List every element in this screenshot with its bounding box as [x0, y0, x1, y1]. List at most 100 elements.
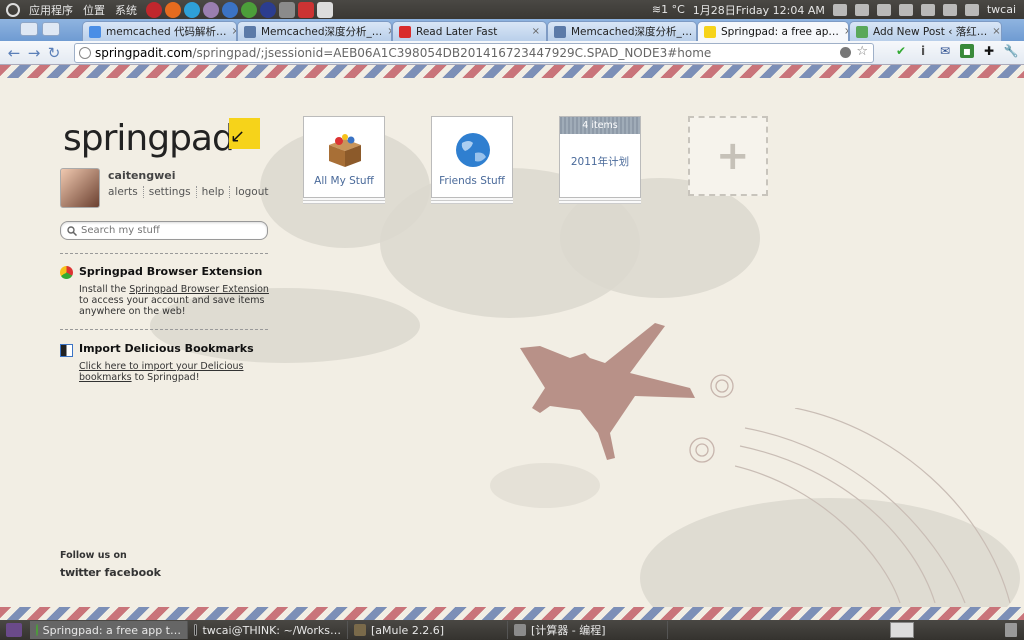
tab-favicon-icon — [704, 25, 716, 38]
help-icon[interactable] — [222, 1, 238, 18]
tab-title: Memcached深度分析_… — [261, 26, 383, 38]
notebook-2011-plan[interactable]: 4 items 2011年计划 — [559, 116, 641, 198]
weather-indicator[interactable]: ≋1 °C — [652, 3, 685, 16]
tab-add-new-post[interactable]: Add New Post ‹ 落红… × — [849, 21, 1002, 41]
notebook-label: Friends Stuff — [439, 175, 505, 187]
notebook-all-my-stuff[interactable]: All My Stuff — [303, 116, 385, 198]
tab-favicon-icon — [399, 25, 411, 38]
notebook-friends-stuff[interactable]: Friends Stuff — [431, 116, 513, 198]
menu-applications[interactable]: 应用程序 — [24, 2, 78, 18]
help-link[interactable]: help — [195, 186, 230, 198]
bookmark-star-icon[interactable]: ☆ — [856, 44, 868, 59]
skype-icon[interactable] — [184, 1, 200, 18]
notebook-item-count: 4 items — [560, 117, 640, 134]
bluetooth-icon[interactable] — [832, 3, 847, 16]
page-info-icon[interactable] — [79, 47, 91, 59]
search-input[interactable] — [81, 225, 261, 236]
tab-favicon-icon — [856, 25, 868, 38]
tab-strip: memcached 代码解析… × Memcached深度分析_… × Read… — [0, 19, 1024, 41]
wind-swirl-icon — [689, 374, 734, 463]
add-notebook-button[interactable]: + — [688, 116, 768, 196]
task-springpad[interactable]: Springpad: a free app t… — [30, 621, 188, 639]
opera-icon[interactable] — [146, 1, 162, 18]
avatar[interactable] — [60, 168, 100, 208]
extension-link[interactable]: Springpad Browser Extension — [129, 284, 269, 295]
trash-icon[interactable] — [1005, 623, 1017, 637]
delicious-promo-text: Click here to import your Delicious book… — [79, 361, 254, 383]
tab-close-icon[interactable]: × — [532, 26, 540, 37]
menu-system[interactable]: 系统 — [110, 2, 142, 18]
springpad-logo-mark-icon[interactable] — [229, 118, 260, 149]
alerts-link[interactable]: alerts — [108, 186, 143, 198]
checkmark-icon[interactable]: ✔ — [894, 44, 908, 58]
network-icon[interactable] — [920, 3, 935, 16]
notebook-label: 2011年计划 — [570, 156, 630, 168]
tab-favicon-icon — [244, 25, 256, 38]
menu-places[interactable]: 位置 — [78, 2, 110, 18]
tab-close-icon[interactable]: × — [844, 26, 848, 37]
mail-icon[interactable]: ✉ — [938, 44, 952, 58]
display-icon[interactable] — [854, 3, 869, 16]
filezilla-icon[interactable] — [298, 1, 314, 18]
divider — [60, 253, 268, 254]
search-box[interactable] — [60, 221, 268, 240]
url-path: /springpad/;jsessionid=AEB06A1C398054DB2… — [192, 46, 712, 60]
logout-link[interactable]: logout — [229, 186, 273, 198]
extension-promo-text: Install the Springpad Browser Extension … — [79, 284, 269, 317]
task-terminal[interactable]: twcai@THINK: ~/Works… — [188, 621, 348, 639]
settings-link[interactable]: settings — [142, 186, 196, 198]
username[interactable]: caitengwei — [108, 169, 176, 182]
clock[interactable]: 1月28日Friday 12:04 AM — [693, 2, 825, 18]
address-bar[interactable]: springpadit.com/springpad/;jsessionid=AE… — [74, 43, 874, 63]
user-indicator[interactable]: twcai — [987, 3, 1016, 16]
tab-close-icon[interactable]: × — [992, 26, 1000, 37]
power-icon[interactable] — [942, 3, 957, 16]
reload-button[interactable]: ↻ — [44, 43, 64, 63]
lightbulb-icon[interactable] — [840, 47, 851, 58]
pidgin-icon[interactable] — [203, 1, 219, 18]
wifi-icon[interactable] — [964, 3, 979, 16]
forward-button[interactable]: → — [24, 43, 44, 63]
tab-memcached-code[interactable]: memcached 代码解析… × — [82, 21, 237, 41]
tab-title: Springpad: a free ap… — [721, 25, 839, 38]
terminal-icon — [194, 624, 198, 636]
url-host: springpadit.com — [95, 46, 193, 60]
task-calculator[interactable]: [计算器 - 编程] — [508, 621, 668, 639]
facebook-link[interactable]: facebook — [105, 566, 162, 579]
chrome-icon — [36, 624, 38, 636]
task-amule[interactable]: [aMule 2.2.6] — [348, 621, 508, 639]
springpad-logo[interactable]: springpad — [63, 118, 235, 159]
info-icon[interactable]: i — [916, 44, 930, 58]
tab-springpad[interactable]: Springpad: a free ap… × — [697, 21, 849, 41]
amule-icon — [354, 624, 366, 636]
chrome-icon[interactable] — [241, 1, 257, 18]
task-label: Springpad: a free app t… — [42, 623, 181, 637]
extension-icons: ✔ i ✉ ▪ ✚ 🔧 — [894, 44, 1018, 58]
springpad-plus-icon[interactable]: ✚ — [982, 44, 996, 58]
text-editor-icon[interactable] — [317, 1, 333, 18]
mail-icon[interactable] — [898, 3, 913, 16]
maximize-window-button[interactable] — [42, 22, 60, 36]
show-desktop-icon[interactable] — [6, 623, 22, 637]
firefox-icon[interactable] — [165, 1, 181, 18]
wrench-icon[interactable]: 🔧 — [1004, 44, 1019, 58]
calculator-icon[interactable] — [279, 1, 295, 18]
task-label: [aMule 2.2.6] — [371, 623, 445, 637]
back-button[interactable]: ← — [4, 43, 24, 63]
volume-icon[interactable] — [876, 3, 891, 16]
search-icon — [67, 225, 77, 236]
eclipse-icon[interactable] — [260, 1, 276, 18]
evernote-icon[interactable]: ▪ — [960, 44, 974, 58]
tab-read-later[interactable]: Read Later Fast × — [392, 21, 547, 41]
workspace-switcher[interactable] — [890, 622, 914, 638]
tab-memcached-analysis-2[interactable]: Memcached深度分析_… × — [547, 21, 697, 41]
calculator-icon — [514, 624, 526, 636]
airmail-border-top — [0, 65, 1024, 78]
airplane-illustration — [520, 323, 695, 460]
tab-memcached-analysis[interactable]: Memcached深度分析_… × — [237, 21, 392, 41]
globe-icon — [456, 133, 490, 167]
extension-promo-title: Springpad Browser Extension — [79, 265, 263, 278]
minimize-window-button[interactable] — [20, 22, 38, 36]
twitter-link[interactable]: twitter — [60, 566, 101, 579]
ubuntu-logo-icon[interactable] — [6, 2, 20, 17]
